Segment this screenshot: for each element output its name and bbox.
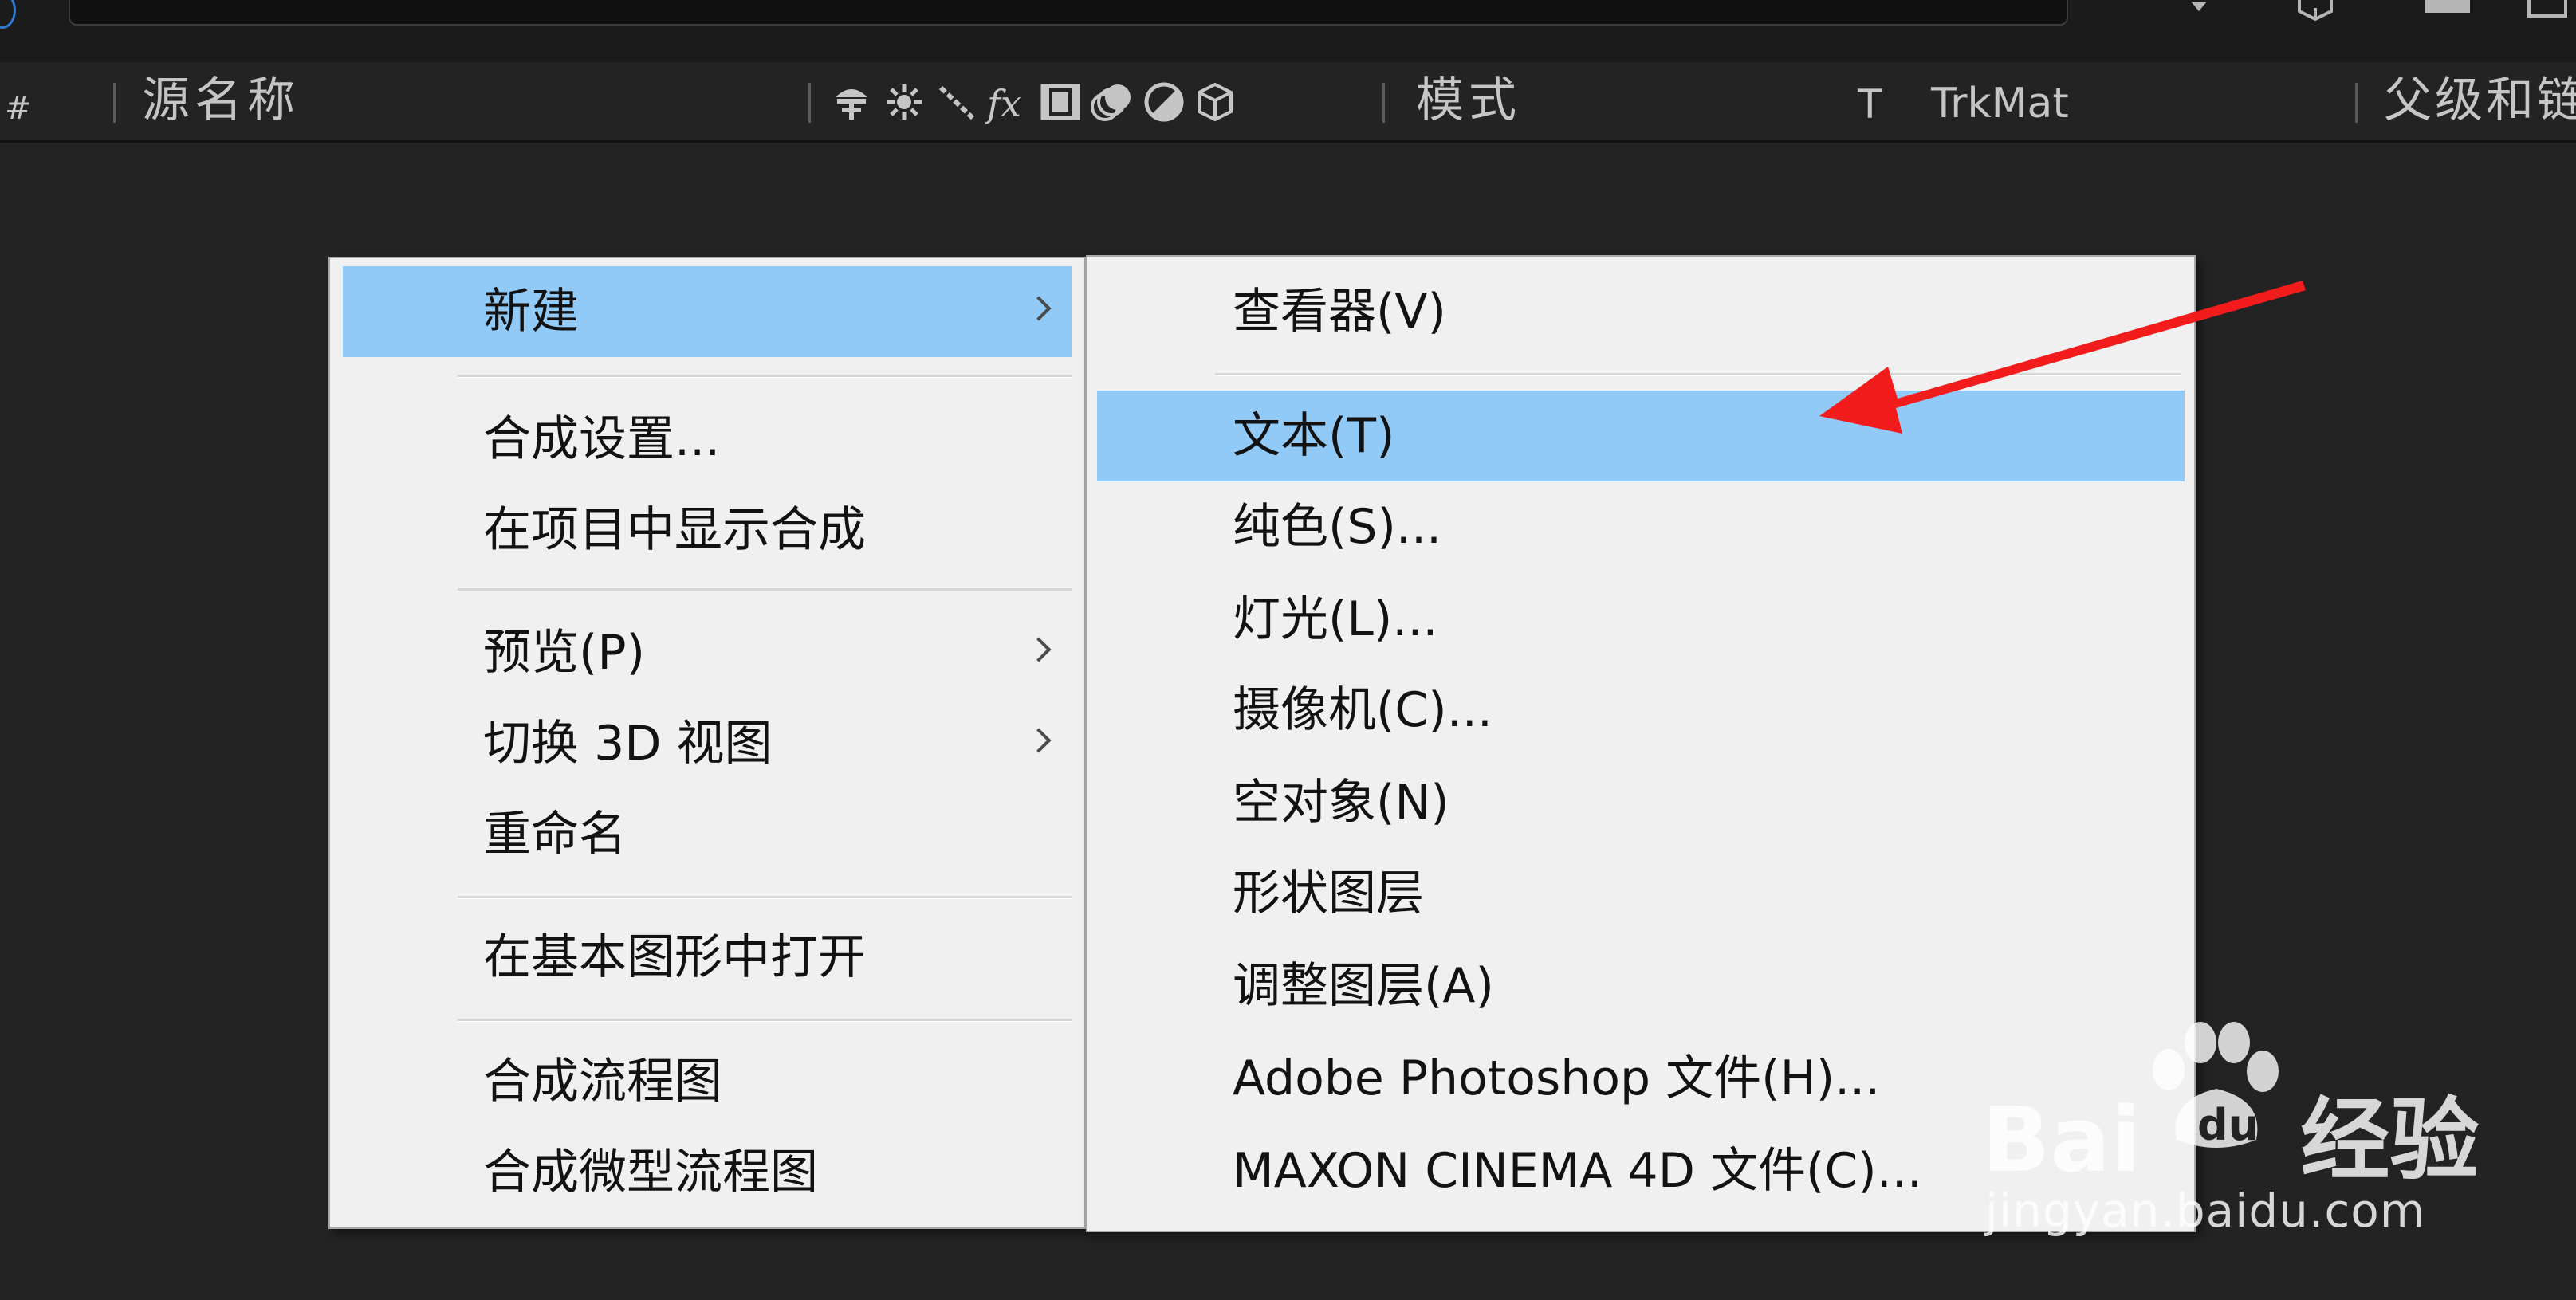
menu-item-label: 在项目中显示合成 (483, 502, 866, 558)
menu-item-label: 合成微型流程图 (483, 1145, 818, 1200)
chevron-right-icon (1026, 728, 1052, 753)
search-input[interactable] (69, 0, 2068, 26)
menu-item-label: 查看器(V) (1233, 284, 1446, 340)
submenu-item-adjustment-layer[interactable]: 调整图层(A) (1097, 941, 2185, 1031)
menu-item-open-essential-graphics[interactable]: 在基本图形中打开 (343, 912, 1072, 1003)
3d-layer-icon[interactable] (1193, 80, 1237, 124)
menu-item-comp-settings[interactable]: 合成设置... (343, 394, 1072, 485)
menu-item-preview[interactable]: 预览(P) (343, 607, 1072, 698)
shy-icon[interactable] (829, 80, 874, 124)
submenu-item-light[interactable]: 灯光(L)... (1097, 574, 2185, 665)
menu-item-label: 形状图层 (1233, 866, 1424, 921)
column-divider[interactable] (113, 83, 116, 123)
menu-item-label: 重命名 (483, 807, 627, 862)
column-divider[interactable] (2355, 83, 2358, 123)
fx-icon[interactable]: fx (985, 80, 1030, 125)
menu-item-switch-3d-view[interactable]: 切换 3D 视图 (343, 698, 1072, 789)
column-preserve-transparency[interactable]: T (1858, 84, 1882, 124)
menu-item-label: 纯色(S)... (1233, 499, 1442, 555)
column-source-name[interactable]: 源名称 (142, 77, 300, 124)
frame-blending-icon[interactable] (1038, 80, 1083, 124)
adjustment-layer-icon[interactable] (1142, 80, 1186, 124)
motion-blur-icon[interactable] (1089, 80, 1134, 124)
red-arrow-icon (1819, 281, 2306, 434)
menu-item-new[interactable]: 新建 (343, 266, 1072, 357)
chevron-right-icon (1026, 637, 1052, 662)
column-trkmat[interactable]: TrkMat (1931, 83, 2069, 124)
panel-toggle-icon[interactable] (2425, 0, 2470, 13)
layer-column-header: # 源名称 fx 模式 T TrkMat 父级和链 (0, 62, 2576, 143)
menu-item-label: 合成流程图 (483, 1054, 722, 1110)
menu-separator (458, 1019, 1072, 1022)
menu-item-label: 调整图层(A) (1233, 958, 1494, 1014)
circle-icon[interactable] (0, 0, 16, 29)
chevron-right-icon (1026, 296, 1052, 321)
menu-item-label: 灯光(L)... (1233, 591, 1438, 647)
submenu-item-camera[interactable]: 摄像机(C)... (1097, 665, 2185, 756)
svg-text:fx: fx (985, 82, 1021, 124)
menu-separator (458, 588, 1072, 591)
top-toolbar (0, 0, 2576, 62)
menu-item-label: 摄像机(C)... (1233, 682, 1493, 738)
column-divider[interactable] (808, 83, 811, 123)
layout-icon[interactable] (2527, 0, 2567, 18)
dropdown-icon[interactable] (2188, 0, 2207, 16)
submenu-item-shape-layer[interactable]: 形状图层 (1097, 848, 2185, 939)
menu-separator (458, 896, 1072, 899)
quality-icon[interactable] (934, 80, 979, 124)
column-number[interactable]: # (5, 92, 32, 124)
menu-item-comp-mini-flowchart[interactable]: 合成微型流程图 (343, 1127, 1072, 1218)
watermark-url: jingyan.baidu.com (1985, 1184, 2426, 1238)
menu-item-comp-flowchart[interactable]: 合成流程图 (343, 1036, 1072, 1127)
column-divider[interactable] (1382, 83, 1385, 123)
menu-item-reveal-in-project[interactable]: 在项目中显示合成 (343, 485, 1072, 575)
menu-separator (458, 375, 1072, 378)
menu-item-label: 预览(P) (483, 625, 645, 681)
menu-item-label: 在基本图形中打开 (483, 929, 866, 985)
menu-item-label: 新建 (483, 284, 579, 340)
menu-item-label: 切换 3D 视图 (483, 716, 773, 772)
menu-item-label: Adobe Photoshop 文件(H)... (1233, 1051, 1881, 1106)
menu-item-rename[interactable]: 重命名 (343, 789, 1072, 880)
submenu-item-null-object[interactable]: 空对象(N) (1097, 757, 2185, 848)
menu-item-label: 合成设置... (483, 411, 721, 467)
column-parent-link[interactable]: 父级和链 (2384, 77, 2576, 124)
3d-cube-icon[interactable] (2293, 0, 2338, 22)
menu-item-label: 文本(T) (1233, 408, 1395, 464)
submenu-item-solid[interactable]: 纯色(S)... (1097, 481, 2185, 572)
watermark-logo: Bai 经验 (1982, 1089, 2480, 1192)
column-mode[interactable]: 模式 (1416, 77, 1521, 124)
menu-item-label: 空对象(N) (1233, 775, 1449, 831)
context-menu: 新建 合成设置... 在项目中显示合成 预览(P) 切换 3D 视图 重命名 在… (328, 257, 1086, 1229)
menu-item-label: MAXON CINEMA 4D 文件(C)... (1233, 1143, 1922, 1199)
collapse-transform-icon[interactable] (882, 80, 926, 124)
